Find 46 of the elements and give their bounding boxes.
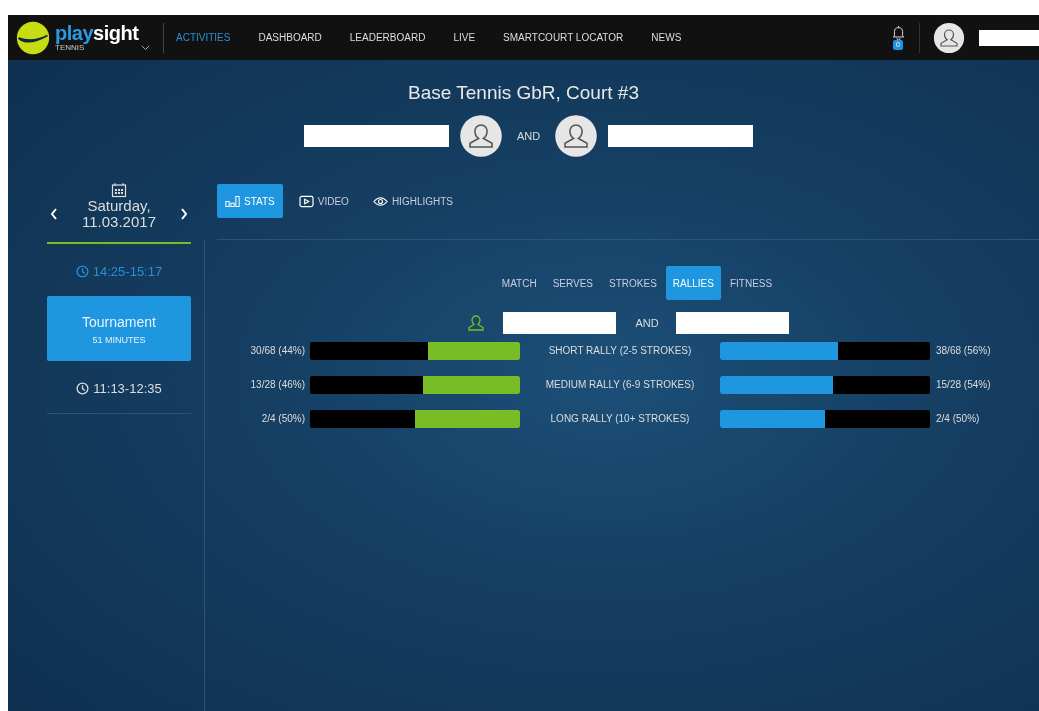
and-label: AND xyxy=(516,130,541,142)
brand-logo[interactable]: playsight xyxy=(55,23,153,43)
nav-link[interactable]: LEADERBOARD xyxy=(349,32,426,43)
play-icon xyxy=(298,194,314,208)
weekday-label: Saturday, xyxy=(86,198,152,214)
bell-icon xyxy=(891,25,905,40)
category-tab[interactable]: STROKES xyxy=(602,266,664,300)
user-avatar-icon[interactable] xyxy=(933,21,965,54)
session-time[interactable]: 11:13-12:35 xyxy=(93,381,162,396)
view-tab[interactable]: VIDEO xyxy=(290,184,357,218)
stat-reading: 38/68 (56%) xyxy=(936,345,992,356)
clock-icon xyxy=(76,382,90,395)
player-icon xyxy=(467,314,486,332)
activity-duration: 51 MINUTES xyxy=(91,335,147,345)
category-tab[interactable]: SERVES xyxy=(545,266,600,300)
stat-label: SHORT RALLY (2-5 STROKES) xyxy=(547,345,693,356)
view-tab[interactable]: HIGHLIGHTS xyxy=(364,184,461,218)
category-tab[interactable]: MATCH xyxy=(494,266,544,300)
bar-chart-icon xyxy=(225,194,240,208)
nav-link[interactable]: DASHBOARD xyxy=(258,32,322,43)
stat-reading: 2/4 (50%) xyxy=(260,413,305,424)
nav-link[interactable]: ACTIVITIES xyxy=(176,32,231,43)
player-avatar-icon[interactable] xyxy=(554,114,599,158)
tennis-ball-icon[interactable] xyxy=(16,20,50,55)
category-tab[interactable]: FITNESS xyxy=(722,266,780,300)
stat-label: MEDIUM RALLY (6-9 STROKES) xyxy=(544,379,696,390)
and-label: AND xyxy=(635,317,659,329)
nav-link[interactable]: LIVE xyxy=(453,32,476,43)
stat-reading: 15/28 (54%) xyxy=(936,379,992,390)
date-label: 11.03.2017 xyxy=(82,214,156,230)
player-avatar-icon[interactable] xyxy=(458,114,503,158)
eye-icon xyxy=(372,194,388,208)
chevron-down-icon[interactable] xyxy=(141,44,150,51)
activity-title: Tournament xyxy=(81,314,157,330)
calendar-icon[interactable] xyxy=(111,182,127,198)
court-title: Base Tennis GbR, Court #3 xyxy=(407,82,640,104)
nav-link[interactable]: NEWS xyxy=(651,32,682,43)
stat-reading: 13/28 (46%) xyxy=(249,379,305,390)
clock-icon xyxy=(75,265,89,278)
nav-link[interactable]: SMARTCOURT LOCATOR xyxy=(503,32,624,43)
redacted-name-box xyxy=(979,29,1039,46)
stat-reading: 2/4 (50%) xyxy=(936,413,981,424)
sport-label: TENNIS xyxy=(55,43,85,52)
stat-reading: 30/68 (44%) xyxy=(249,345,305,356)
session-time[interactable]: 14:25-15:17 xyxy=(92,264,163,279)
stat-label: LONG RALLY (10+ STROKES) xyxy=(549,413,691,424)
